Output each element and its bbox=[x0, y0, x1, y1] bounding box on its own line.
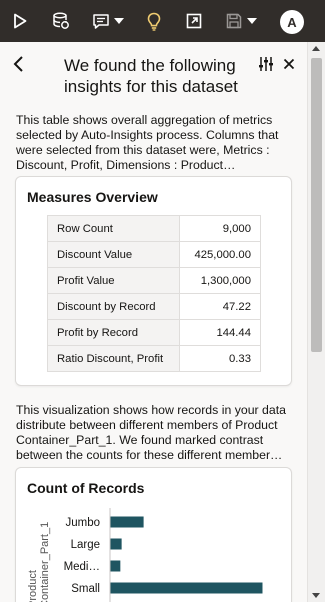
visualization-description: This visualization shows how records in … bbox=[16, 403, 286, 462]
measure-value: 1,300,000 bbox=[179, 267, 261, 294]
lightbulb-icon[interactable] bbox=[143, 0, 165, 42]
back-icon[interactable] bbox=[12, 55, 26, 73]
export-icon[interactable] bbox=[183, 0, 205, 42]
scroll-up-arrow[interactable] bbox=[312, 46, 320, 51]
measure-label: Profit by Record bbox=[47, 319, 180, 346]
category-tick-label: Large bbox=[71, 539, 100, 551]
table-row: Discount Value 425,000.00 bbox=[47, 241, 261, 268]
measure-label: Discount Value bbox=[47, 241, 180, 268]
close-icon[interactable] bbox=[282, 56, 296, 72]
measures-table: Row Count 9,000 Discount Value 425,000.00 Pr… bbox=[47, 215, 261, 372]
chevron-down-icon[interactable] bbox=[246, 0, 258, 42]
y-axis-label: ProductContainer_Part_1 bbox=[27, 522, 51, 602]
data-refresh-icon[interactable] bbox=[50, 0, 72, 42]
table-row: Discount by Record 47.22 bbox=[47, 293, 261, 320]
table-row: Profit by Record 144.44 bbox=[47, 319, 261, 346]
measure-value: 144.44 bbox=[179, 319, 261, 346]
panel-scrollbar[interactable] bbox=[307, 42, 325, 602]
measure-value: 9,000 bbox=[179, 215, 261, 242]
measure-label: Discount by Record bbox=[47, 293, 180, 320]
save-icon[interactable] bbox=[223, 0, 245, 42]
measure-label: Profit Value bbox=[47, 267, 180, 294]
panel-title: We found the following insights for this… bbox=[64, 56, 238, 96]
avatar[interactable]: A bbox=[280, 10, 304, 34]
scroll-down-arrow[interactable] bbox=[312, 593, 320, 598]
play-icon[interactable] bbox=[9, 0, 31, 42]
table-row: Profit Value 1,300,000 bbox=[47, 267, 261, 294]
measure-value: 0.33 bbox=[179, 345, 261, 372]
settings-sliders-icon[interactable] bbox=[258, 56, 274, 72]
bar[interactable] bbox=[110, 516, 144, 528]
measure-label: Ratio Discount, Profit bbox=[47, 345, 180, 372]
category-tick-label: Jumbo bbox=[65, 517, 100, 529]
table-row: Row Count 9,000 bbox=[47, 215, 261, 242]
insights-panel: We found the following insights for this… bbox=[0, 42, 307, 602]
category-tick-label: Small bbox=[71, 583, 100, 595]
comment-icon[interactable] bbox=[90, 0, 112, 42]
bar[interactable] bbox=[110, 560, 121, 572]
bar[interactable] bbox=[110, 582, 263, 594]
count-of-records-chart: ProductContainer_Part_1 Jumbo Large Medi… Sm… bbox=[27, 508, 263, 602]
bar[interactable] bbox=[110, 538, 122, 550]
chevron-down-icon[interactable] bbox=[113, 0, 125, 42]
measures-overview-card: Measures Overview Row Count 9,000 Discount… bbox=[15, 176, 292, 386]
card-title: Count of Records bbox=[27, 480, 145, 496]
insight-description: This table shows overall aggregation of … bbox=[16, 113, 279, 172]
table-row: Ratio Discount, Profit 0.33 bbox=[47, 345, 261, 372]
measure-label: Row Count bbox=[47, 215, 180, 242]
top-toolbar: A bbox=[0, 0, 325, 42]
count-of-records-card: Count of Records ProductContainer_Part_1… bbox=[15, 467, 292, 602]
category-tick-label: Medi… bbox=[64, 561, 100, 573]
card-title: Measures Overview bbox=[27, 189, 158, 205]
measure-value: 47.22 bbox=[179, 293, 261, 320]
measure-value: 425,000.00 bbox=[179, 241, 261, 268]
scroll-thumb[interactable] bbox=[311, 58, 322, 352]
